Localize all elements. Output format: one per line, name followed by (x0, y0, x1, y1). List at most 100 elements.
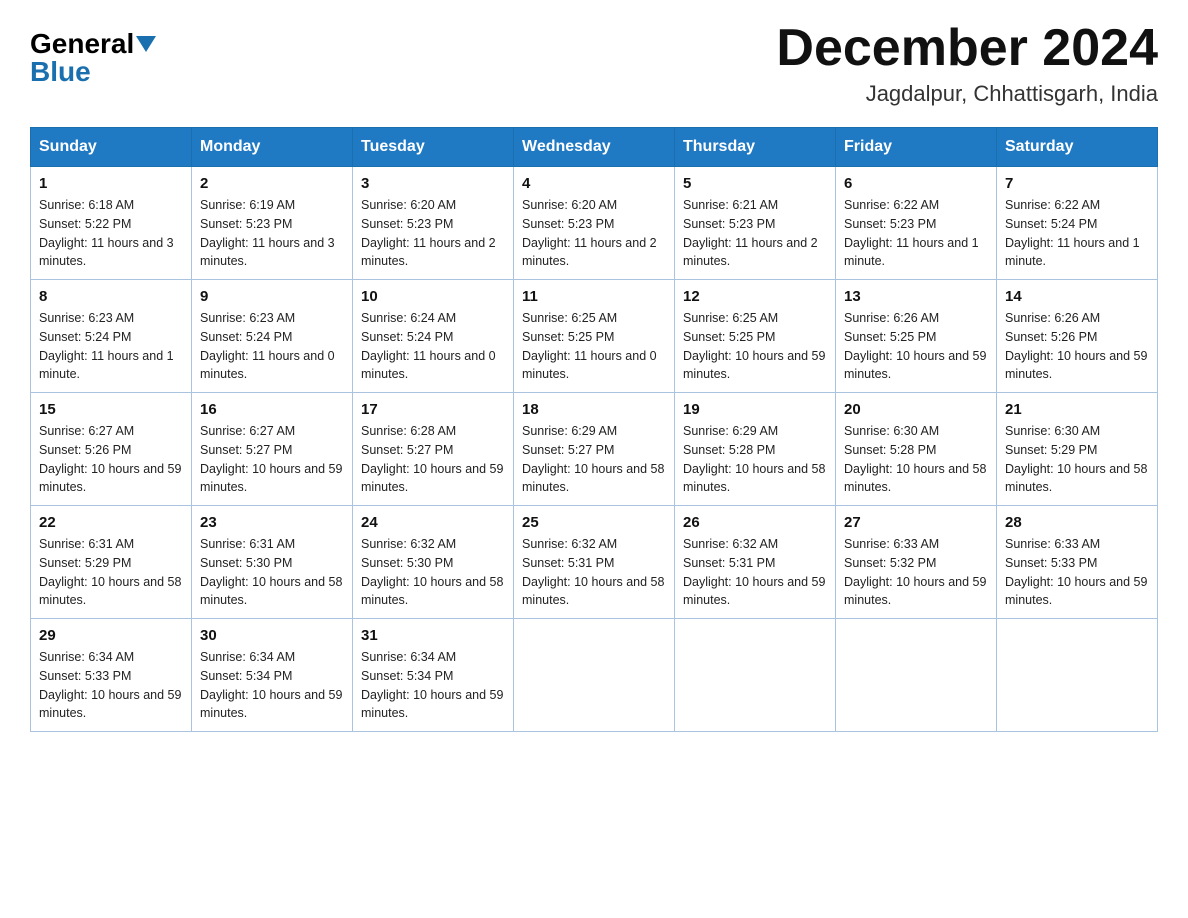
day-number: 25 (522, 514, 666, 531)
logo: General Blue (30, 20, 156, 86)
day-info: Sunrise: 6:33 AMSunset: 5:33 PMDaylight:… (1005, 537, 1147, 607)
day-info: Sunrise: 6:26 AMSunset: 5:25 PMDaylight:… (844, 311, 986, 381)
calendar-cell: 20Sunrise: 6:30 AMSunset: 5:28 PMDayligh… (836, 393, 997, 506)
day-number: 2 (200, 175, 344, 192)
day-number: 21 (1005, 401, 1149, 418)
calendar-cell: 17 Sunrise: 6:28 AMSunset: 5:27 PMDayligh… (353, 393, 514, 506)
day-number: 3 (361, 175, 505, 192)
calendar-cell: 27Sunrise: 6:33 AMSunset: 5:32 PMDayligh… (836, 506, 997, 619)
day-number: 31 (361, 627, 505, 644)
calendar-cell (514, 619, 675, 732)
day-info: Sunrise: 6:25 AMSunset: 5:25 PMDaylight:… (683, 311, 825, 381)
week-row-3: 15Sunrise: 6:27 AMSunset: 5:26 PMDayligh… (31, 393, 1158, 506)
calendar-cell: 25 Sunrise: 6:32 AMSunset: 5:31 PMDayligh… (514, 506, 675, 619)
day-number: 1 (39, 175, 183, 192)
day-header-thursday: Thursday (675, 128, 836, 167)
calendar-cell: 10Sunrise: 6:24 AMSunset: 5:24 PMDayligh… (353, 280, 514, 393)
day-number: 24 (361, 514, 505, 531)
day-info: Sunrise: 6:22 AMSunset: 5:23 PMDaylight:… (844, 198, 979, 268)
calendar-cell: 11 Sunrise: 6:25 AMSunset: 5:25 PMDayligh… (514, 280, 675, 393)
calendar-cell: 9Sunrise: 6:23 AMSunset: 5:24 PMDaylight… (192, 280, 353, 393)
calendar-cell: 13 Sunrise: 6:26 AMSunset: 5:25 PMDayligh… (836, 280, 997, 393)
day-number: 6 (844, 175, 988, 192)
calendar-cell (997, 619, 1158, 732)
day-number: 15 (39, 401, 183, 418)
day-info: Sunrise: 6:23 AMSunset: 5:24 PMDaylight:… (39, 311, 174, 381)
calendar-cell: 15Sunrise: 6:27 AMSunset: 5:26 PMDayligh… (31, 393, 192, 506)
day-number: 26 (683, 514, 827, 531)
day-header-saturday: Saturday (997, 128, 1158, 167)
calendar-cell: 2 Sunrise: 6:19 AMSunset: 5:23 PMDaylight… (192, 167, 353, 280)
day-number: 8 (39, 288, 183, 305)
title-block: December 2024 Jagdalpur, Chhattisgarh, I… (776, 20, 1158, 107)
day-info: Sunrise: 6:32 AMSunset: 5:30 PMDaylight:… (361, 537, 503, 607)
day-info: Sunrise: 6:33 AMSunset: 5:32 PMDaylight:… (844, 537, 986, 607)
day-info: Sunrise: 6:18 AMSunset: 5:22 PMDaylight:… (39, 198, 174, 268)
calendar-cell: 22 Sunrise: 6:31 AMSunset: 5:29 PMDayligh… (31, 506, 192, 619)
week-row-5: 29 Sunrise: 6:34 AMSunset: 5:33 PMDayligh… (31, 619, 1158, 732)
day-number: 28 (1005, 514, 1149, 531)
calendar-cell: 7Sunrise: 6:22 AMSunset: 5:24 PMDaylight… (997, 167, 1158, 280)
page-header: General Blue December 2024 Jagdalpur, Ch… (30, 20, 1158, 107)
day-info: Sunrise: 6:30 AMSunset: 5:29 PMDaylight:… (1005, 424, 1147, 494)
week-row-4: 22 Sunrise: 6:31 AMSunset: 5:29 PMDayligh… (31, 506, 1158, 619)
day-number: 13 (844, 288, 988, 305)
day-header-friday: Friday (836, 128, 997, 167)
calendar-cell: 5Sunrise: 6:21 AMSunset: 5:23 PMDaylight… (675, 167, 836, 280)
day-number: 4 (522, 175, 666, 192)
day-number: 20 (844, 401, 988, 418)
day-info: Sunrise: 6:29 AMSunset: 5:27 PMDaylight:… (522, 424, 664, 494)
day-info: Sunrise: 6:31 AMSunset: 5:29 PMDaylight:… (39, 537, 181, 607)
day-number: 14 (1005, 288, 1149, 305)
day-number: 22 (39, 514, 183, 531)
calendar-cell: 4Sunrise: 6:20 AMSunset: 5:23 PMDaylight… (514, 167, 675, 280)
week-row-1: 1 Sunrise: 6:18 AMSunset: 5:22 PMDaylight… (31, 167, 1158, 280)
calendar-table: SundayMondayTuesdayWednesdayThursdayFrid… (30, 127, 1158, 732)
calendar-cell: 29 Sunrise: 6:34 AMSunset: 5:33 PMDayligh… (31, 619, 192, 732)
day-info: Sunrise: 6:34 AMSunset: 5:33 PMDaylight:… (39, 650, 181, 720)
day-number: 5 (683, 175, 827, 192)
calendar-cell: 8 Sunrise: 6:23 AMSunset: 5:24 PMDaylight… (31, 280, 192, 393)
day-number: 9 (200, 288, 344, 305)
day-number: 12 (683, 288, 827, 305)
logo-blue: Blue (30, 58, 91, 86)
calendar-cell (836, 619, 997, 732)
day-header-sunday: Sunday (31, 128, 192, 167)
day-info: Sunrise: 6:20 AMSunset: 5:23 PMDaylight:… (361, 198, 496, 268)
day-info: Sunrise: 6:34 AMSunset: 5:34 PMDaylight:… (200, 650, 342, 720)
days-header-row: SundayMondayTuesdayWednesdayThursdayFrid… (31, 128, 1158, 167)
calendar-cell: 30 Sunrise: 6:34 AMSunset: 5:34 PMDayligh… (192, 619, 353, 732)
calendar-cell: 24 Sunrise: 6:32 AMSunset: 5:30 PMDayligh… (353, 506, 514, 619)
week-row-2: 8 Sunrise: 6:23 AMSunset: 5:24 PMDaylight… (31, 280, 1158, 393)
day-info: Sunrise: 6:27 AMSunset: 5:27 PMDaylight:… (200, 424, 342, 494)
day-header-monday: Monday (192, 128, 353, 167)
calendar-cell: 21 Sunrise: 6:30 AMSunset: 5:29 PMDayligh… (997, 393, 1158, 506)
calendar-cell: 26 Sunrise: 6:32 AMSunset: 5:31 PMDayligh… (675, 506, 836, 619)
day-number: 19 (683, 401, 827, 418)
day-number: 23 (200, 514, 344, 531)
day-number: 10 (361, 288, 505, 305)
location: Jagdalpur, Chhattisgarh, India (776, 81, 1158, 107)
day-header-wednesday: Wednesday (514, 128, 675, 167)
logo-triangle-icon (136, 36, 156, 52)
day-info: Sunrise: 6:31 AMSunset: 5:30 PMDaylight:… (200, 537, 342, 607)
day-info: Sunrise: 6:32 AMSunset: 5:31 PMDaylight:… (522, 537, 664, 607)
day-number: 18 (522, 401, 666, 418)
day-number: 17 (361, 401, 505, 418)
day-info: Sunrise: 6:26 AMSunset: 5:26 PMDaylight:… (1005, 311, 1147, 381)
calendar-cell: 3 Sunrise: 6:20 AMSunset: 5:23 PMDaylight… (353, 167, 514, 280)
day-info: Sunrise: 6:28 AMSunset: 5:27 PMDaylight:… (361, 424, 503, 494)
calendar-cell (675, 619, 836, 732)
calendar-cell: 31Sunrise: 6:34 AMSunset: 5:34 PMDayligh… (353, 619, 514, 732)
day-info: Sunrise: 6:25 AMSunset: 5:25 PMDaylight:… (522, 311, 657, 381)
day-info: Sunrise: 6:19 AMSunset: 5:23 PMDaylight:… (200, 198, 335, 268)
day-info: Sunrise: 6:32 AMSunset: 5:31 PMDaylight:… (683, 537, 825, 607)
month-title: December 2024 (776, 20, 1158, 77)
day-number: 29 (39, 627, 183, 644)
day-header-tuesday: Tuesday (353, 128, 514, 167)
calendar-cell: 6 Sunrise: 6:22 AMSunset: 5:23 PMDaylight… (836, 167, 997, 280)
day-number: 11 (522, 288, 666, 305)
day-number: 30 (200, 627, 344, 644)
calendar-cell: 23 Sunrise: 6:31 AMSunset: 5:30 PMDayligh… (192, 506, 353, 619)
calendar-cell: 28 Sunrise: 6:33 AMSunset: 5:33 PMDayligh… (997, 506, 1158, 619)
